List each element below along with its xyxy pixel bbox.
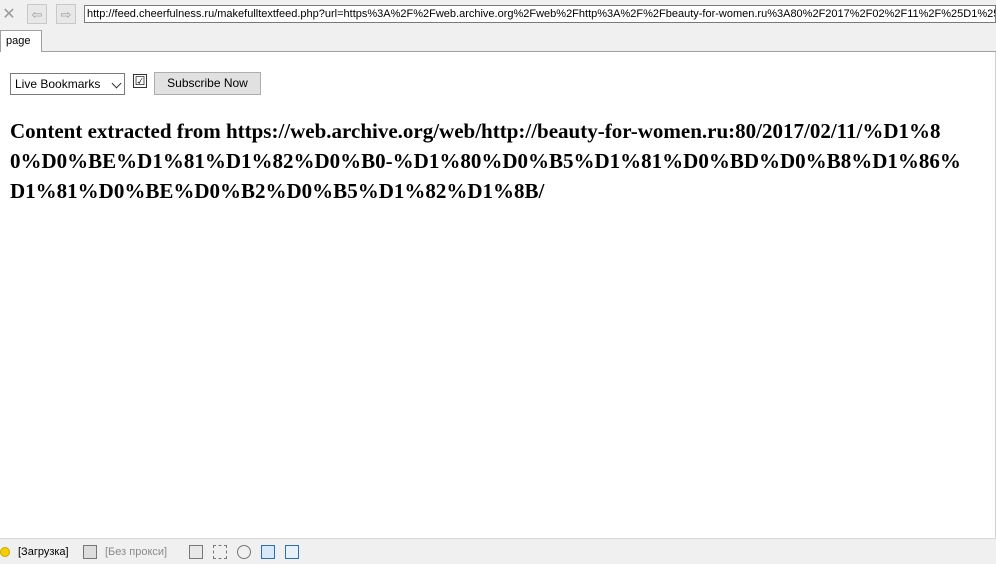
grid-icon[interactable] — [213, 545, 227, 559]
address-bar[interactable]: http://feed.cheerfulness.ru/makefulltext… — [84, 5, 996, 23]
image-icon[interactable] — [189, 545, 203, 559]
subscribe-button[interactable]: Subscribe Now — [154, 72, 261, 95]
window-icon[interactable] — [261, 545, 275, 559]
network-icon[interactable] — [83, 545, 97, 559]
feed-reader-select[interactable]: Live Bookmarks — [10, 73, 125, 95]
script-icon[interactable] — [237, 545, 251, 559]
page-title: Content extracted from https://web.archi… — [10, 119, 961, 203]
settings-icon[interactable] — [285, 545, 299, 559]
arrow-right-icon: ⇨ — [60, 6, 72, 22]
close-icon: ✕ — [2, 6, 16, 23]
loading-status: [Загрузка] — [18, 546, 69, 558]
forward-button[interactable]: ⇨ — [56, 4, 76, 24]
status-bar: [Загрузка] [Без прокси] — [0, 538, 996, 564]
stop-button[interactable]: ✕ — [0, 6, 18, 24]
arrow-left-icon: ⇦ — [31, 6, 43, 22]
back-button[interactable]: ⇦ — [27, 4, 47, 24]
sun-icon — [0, 547, 10, 557]
tab-page[interactable]: page — [0, 30, 42, 52]
page-content: Live Bookmarks ☑ Subscribe Now Content e… — [0, 52, 996, 538]
always-use-checkbox[interactable]: ☑ — [133, 74, 147, 88]
select-value: Live Bookmarks — [15, 77, 101, 91]
proxy-status[interactable]: [Без прокси] — [105, 546, 167, 558]
tab-strip: page — [0, 30, 996, 52]
browser-toolbar: ✕ ⇦ ⇨ http://feed.cheerfulness.ru/makefu… — [0, 0, 996, 30]
chevron-down-icon — [111, 78, 122, 89]
